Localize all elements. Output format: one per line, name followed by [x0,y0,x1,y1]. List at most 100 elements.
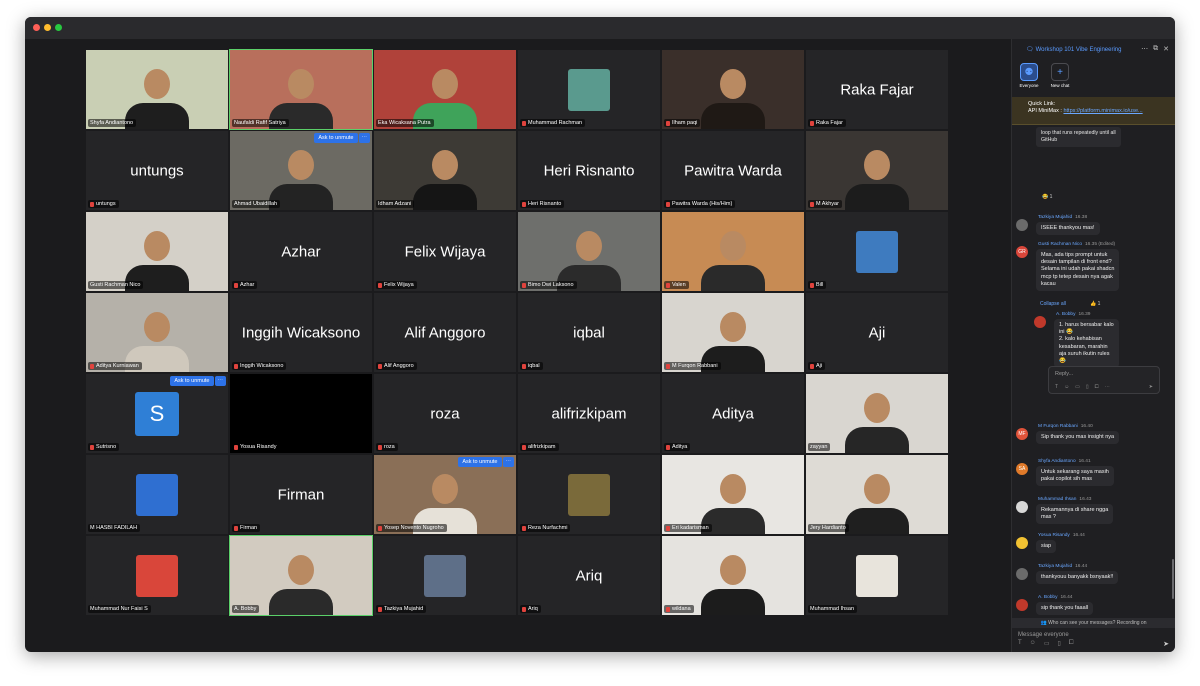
video-tile[interactable]: M HASBI FADILAH [85,454,229,535]
pinned-message[interactable]: Quick Link: API MiniMax : https://platfo… [1012,97,1175,125]
emoji-icon[interactable]: ☺ [1064,384,1069,390]
video-tile[interactable]: Pawitra Warda Pawitra Warda (His/Him) [661,130,805,211]
more-options-icon[interactable]: ⋯ [1141,45,1148,53]
video-tile[interactable]: Muhammad Ihsan [805,535,949,616]
video-tile[interactable]: Alif Anggoro Alif Anggoro [373,292,517,373]
video-tile[interactable]: iqbal iqbal [517,292,661,373]
video-tile[interactable]: M Furqon Rabbani [661,292,805,373]
sender-name[interactable]: Shyfa Andiantono [1038,459,1076,464]
participant-name-label: Felix Wijaya [376,281,417,289]
tile-more-icon[interactable]: ⋯ [502,457,514,467]
video-tile[interactable]: Valen [661,211,805,292]
participant-name-label: Eri kadarisman [664,524,712,532]
close-icon[interactable]: ✕ [1163,45,1169,53]
video-tile[interactable]: Bill [805,211,949,292]
file-icon[interactable]: ▯ [1057,640,1060,647]
message-meta: Tazkiya Mujahid 16.38 [1038,215,1087,220]
video-tile[interactable]: Aditya Aditya [661,373,805,454]
chat-bubble-icon: 🗨 [1026,47,1034,53]
pinned-link[interactable]: https://platform.minimax.io/use... [1063,108,1142,114]
sender-name[interactable]: A. Bobby [1038,595,1057,600]
video-tile[interactable]: Ahmad Ubaidillah Ask to unmute ⋯ [229,130,373,211]
minimize-window-button[interactable] [44,24,51,31]
gif-icon[interactable]: ▭ [1044,640,1050,647]
sender-name[interactable]: Gusti Rachman Nico [1038,242,1082,247]
ask-to-unmute-button[interactable]: Ask to unmute [458,457,502,467]
sender-name[interactable]: Muhammad Ihsan [1038,497,1076,502]
reaction-badge[interactable]: 😂 1 [1042,194,1052,200]
collapse-all-link[interactable]: Collapse all [1040,301,1066,307]
profile-picture [136,554,178,597]
send-icon[interactable]: ➤ [1149,384,1153,390]
ask-to-unmute-button[interactable]: Ask to unmute [314,133,358,143]
video-tile[interactable]: Aji Aji [805,292,949,373]
tile-more-icon[interactable]: ⋯ [358,133,370,143]
video-tile[interactable]: Inggih Wicaksono Inggih Wicaksono [229,292,373,373]
video-tile[interactable]: Ilham paqi [661,49,805,130]
video-tile[interactable]: A. Bobby [229,535,373,616]
video-tile[interactable]: Idham Adzani [373,130,517,211]
message-input[interactable]: Message everyone [1018,632,1069,638]
video-tile[interactable]: Raka Fajar Raka Fajar [805,49,949,130]
video-tile[interactable]: S Sutrisno Ask to unmute ⋯ [85,373,229,454]
video-tile[interactable]: Yosep Novento Nugroho Ask to unmute ⋯ [373,454,517,535]
participant-name: wildana [672,606,691,612]
video-tile[interactable]: Jery Hardianto [805,454,949,535]
video-tile[interactable]: Shyfa Andiantono [85,49,229,130]
emoji-icon[interactable]: ☺ [1030,640,1036,647]
more-icon[interactable]: ⋯ [1105,384,1110,390]
video-tile[interactable]: untungs untungs [85,130,229,211]
message-meta: A. Bobby 16.39 [1056,312,1090,317]
chat-scrollbar[interactable] [1172,559,1174,599]
video-tile[interactable]: Azhar Azhar [229,211,373,292]
tab-everyone[interactable]: ⚉ Everyone [1018,63,1040,88]
video-tile[interactable]: Felix Wijaya Felix Wijaya [373,211,517,292]
reaction-badge[interactable]: 👍 1 [1090,301,1100,307]
pop-out-icon[interactable]: ⧉ [1153,45,1158,53]
video-tile[interactable]: Reza Nurfachmi [517,454,661,535]
video-tile[interactable]: Muhammad Nur Faisi S [85,535,229,616]
sender-name[interactable]: Yosua Risandy [1038,533,1070,538]
video-tile[interactable]: alifrizkipam alifrizkipam [517,373,661,454]
video-tile[interactable]: zayyan [805,373,949,454]
close-window-button[interactable] [33,24,40,31]
video-tile[interactable]: Naufaldi Rafif Satriya [229,49,373,130]
screenshot-icon[interactable]: ⧠ [1095,384,1099,390]
sender-name[interactable]: Tazkiya Mujahid [1038,215,1072,220]
video-tile[interactable]: Eri kadarisman [661,454,805,535]
video-tile[interactable]: M Akhyar [805,130,949,211]
video-tile[interactable]: Yosua Risandy [229,373,373,454]
video-tile[interactable]: Bimo Dwi Laksono [517,211,661,292]
visibility-notice[interactable]: 👥 Who can see your messages? Recording o… [1012,618,1175,628]
send-icon[interactable]: ➤ [1163,640,1169,648]
maximize-window-button[interactable] [55,24,62,31]
tile-more-icon[interactable]: ⋯ [214,376,226,386]
muted-mic-icon [666,606,670,612]
reply-input[interactable]: Reply... T ☺ ▭ ▯ ⧠ ⋯ ➤ [1048,366,1160,394]
file-icon[interactable]: ▯ [1086,384,1089,390]
sender-name[interactable]: Tazkiya Mujahid [1038,564,1072,569]
video-tile[interactable]: Muhammad Rachman [517,49,661,130]
video-tile[interactable]: Tazkiya Mujahid [373,535,517,616]
sender-name[interactable]: M Furqon Rabbani [1038,424,1078,429]
video-tile[interactable]: Heri Risnanto Heri Risnanto [517,130,661,211]
tab-new-chat[interactable]: + New chat [1049,63,1071,88]
participant-display-name: Heri Risnanto [543,162,635,179]
compose-toolbar: T ☺ ▭ ▯ ⧠ [1018,640,1169,647]
participant-name: roza [384,444,395,450]
video-tile[interactable]: Eka Wicaksana Putra [373,49,517,130]
gif-icon[interactable]: ▭ [1075,384,1080,390]
video-tile[interactable]: wildana [661,535,805,616]
video-tile[interactable]: Gusti Rachman Nico [85,211,229,292]
participant-name: Gusti Rachman Nico [90,282,141,288]
video-tile[interactable]: Aditya Kurniawan [85,292,229,373]
ask-to-unmute-button[interactable]: Ask to unmute [170,376,214,386]
pinned-text: API MiniMax : [1028,108,1064,114]
format-icon[interactable]: T [1055,384,1058,390]
video-tile[interactable]: roza roza [373,373,517,454]
screenshot-icon[interactable]: ⧠ [1069,640,1074,647]
video-tile[interactable]: Firman Firman [229,454,373,535]
video-tile[interactable]: Ariq Ariq [517,535,661,616]
format-icon[interactable]: T [1018,640,1022,647]
sender-name[interactable]: A. Bobby [1056,312,1075,317]
